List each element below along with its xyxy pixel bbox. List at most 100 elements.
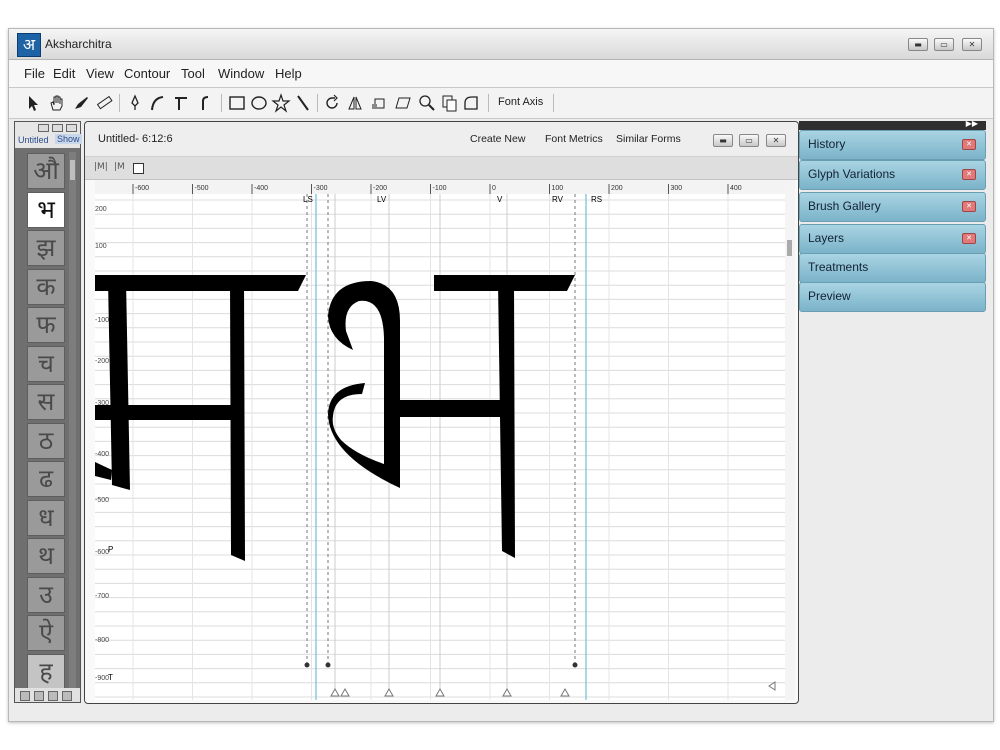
- metric-toggle-icon[interactable]: |M|: [94, 162, 108, 172]
- y-axis-label: -200: [95, 358, 109, 365]
- mirror-icon[interactable]: [345, 93, 365, 113]
- scale-icon[interactable]: [369, 93, 389, 113]
- panel-close-icon[interactable]: ✕: [962, 169, 976, 180]
- copy-icon[interactable]: [439, 93, 459, 113]
- footer-tool-icon[interactable]: [20, 691, 30, 701]
- doc-close-button[interactable]: ✕: [766, 134, 786, 147]
- glyph-canvas-svg[interactable]: -600-500-400-300-200-1000100200300400500…: [95, 180, 791, 700]
- layer-toggle-icon[interactable]: [133, 163, 144, 174]
- ruler-label: 200: [611, 185, 623, 192]
- y-axis-label: -800: [95, 637, 109, 644]
- glyph-tile[interactable]: ह: [27, 653, 65, 690]
- panel-item-preview[interactable]: Preview: [799, 282, 986, 312]
- y-axis-label: 200: [95, 206, 107, 213]
- document-header: Untitled- 6:12:6 Create New Font Metrics…: [85, 122, 798, 157]
- font-metrics-link[interactable]: Font Metrics: [545, 133, 603, 145]
- glyph-list-scroll-thumb[interactable]: [70, 160, 75, 180]
- ruler-label: -400: [254, 185, 268, 192]
- ruler-label: -200: [373, 185, 387, 192]
- select-arrow-icon[interactable]: [24, 93, 44, 113]
- close-button[interactable]: ✕: [962, 38, 982, 51]
- ellipse-icon[interactable]: [249, 93, 269, 113]
- menu-help[interactable]: Help: [275, 66, 302, 81]
- line-icon[interactable]: [293, 93, 313, 113]
- glyph-tile[interactable]: च: [27, 345, 65, 382]
- doc-minimize-button[interactable]: ▬: [713, 134, 733, 147]
- panel-item-label: Preview: [808, 289, 851, 303]
- guide-marker: [340, 687, 350, 697]
- skew-icon[interactable]: [393, 93, 413, 113]
- create-new-link[interactable]: Create New: [470, 133, 525, 145]
- maximize-button[interactable]: ▭: [934, 38, 954, 51]
- panel-item-treatments[interactable]: Treatments: [799, 253, 986, 283]
- glyph-set-name: Untitled: [18, 135, 49, 145]
- glyph-tile[interactable]: थ: [27, 538, 65, 574]
- panel-item-history[interactable]: History ✕: [799, 130, 986, 160]
- pen-icon[interactable]: [125, 93, 145, 113]
- footer-tool-icon[interactable]: [48, 691, 58, 701]
- rectangle-icon[interactable]: [227, 93, 247, 113]
- guide-marker: [502, 687, 512, 697]
- zoom-icon[interactable]: [417, 93, 437, 113]
- glyph-panel-header: Untitled Show: [15, 122, 82, 148]
- hook-stroke-icon[interactable]: [195, 93, 215, 113]
- show-button[interactable]: Show: [55, 134, 82, 144]
- glyph-tile[interactable]: क: [27, 268, 65, 305]
- panel-close-icon[interactable]: ✕: [962, 201, 976, 212]
- app-title: Aksharchitra: [45, 37, 112, 51]
- menu-view[interactable]: View: [86, 66, 114, 81]
- glyph-panel-footer: [15, 688, 80, 702]
- document-title: Untitled- 6:12:6: [98, 133, 173, 145]
- guide-handle: [325, 662, 331, 668]
- panel-item-label: Treatments: [808, 260, 869, 274]
- panel-close-icon[interactable]: [66, 124, 77, 132]
- doc-maximize-button[interactable]: ▭: [739, 134, 759, 147]
- footer-tool-icon[interactable]: [34, 691, 44, 701]
- metric-toggle-icon[interactable]: |M: [114, 162, 125, 172]
- ruler-label: -500: [195, 185, 209, 192]
- curve-icon[interactable]: [147, 93, 167, 113]
- ruler-icon[interactable]: [95, 93, 115, 113]
- brush-icon[interactable]: [71, 93, 91, 113]
- hand-icon[interactable]: [47, 93, 67, 113]
- glyph-canvas[interactable]: -600-500-400-300-200-1000100200300400500…: [95, 180, 791, 700]
- glyph-list-scrollbar[interactable]: [69, 152, 76, 692]
- collapse-arrows-icon[interactable]: ▶▶: [966, 119, 978, 128]
- glyph-tile[interactable]: फ: [27, 307, 65, 343]
- menu-file[interactable]: File: [24, 66, 45, 81]
- panel-item-glyph-variations[interactable]: Glyph Variations ✕: [799, 160, 986, 190]
- menu-edit[interactable]: Edit: [53, 66, 75, 81]
- glyph-tile[interactable]: औ: [27, 153, 65, 189]
- glyph-tile[interactable]: स: [27, 384, 65, 420]
- quarter-shape-icon[interactable]: [461, 93, 481, 113]
- footer-tool-icon[interactable]: [62, 691, 72, 701]
- menu-tool[interactable]: Tool: [181, 66, 205, 81]
- canvas-scroll-thumb[interactable]: [787, 240, 792, 256]
- star-icon[interactable]: [271, 93, 291, 113]
- glyph-tile[interactable]: झ: [27, 230, 65, 266]
- menu-window[interactable]: Window: [218, 66, 264, 81]
- glyph-tile[interactable]: ध: [27, 499, 65, 536]
- ruler-label: -300: [314, 185, 328, 192]
- panel-item-layers[interactable]: Layers ✕: [799, 224, 986, 254]
- glyph-tile[interactable]: ढ: [27, 461, 65, 497]
- font-axis-button[interactable]: Font Axis: [498, 96, 543, 108]
- panel-close-icon[interactable]: ✕: [962, 233, 976, 244]
- right-panel: ▶▶ History ✕ Glyph Variations ✕ Brush Galler…: [799, 119, 986, 321]
- minimize-button[interactable]: ▬: [908, 38, 928, 51]
- glyph-tile[interactable]: भ: [27, 191, 65, 228]
- glyph-tile[interactable]: ऐ: [27, 615, 65, 651]
- glyph-tile[interactable]: ठ: [27, 422, 65, 459]
- similar-forms-link[interactable]: Similar Forms: [616, 133, 681, 145]
- panel-item-brush-gallery[interactable]: Brush Gallery ✕: [799, 192, 986, 222]
- guide-marker: [330, 687, 340, 697]
- rotate-icon[interactable]: [322, 93, 342, 113]
- side-marker-t: T: [108, 673, 113, 682]
- panel-minimize-icon[interactable]: [38, 124, 49, 132]
- menu-contour[interactable]: Contour: [124, 66, 170, 81]
- t-stroke-icon[interactable]: [171, 93, 191, 113]
- panel-restore-icon[interactable]: [52, 124, 63, 132]
- panel-close-icon[interactable]: ✕: [962, 139, 976, 150]
- canvas-scrollbar[interactable]: [785, 180, 795, 700]
- glyph-tile[interactable]: उ: [27, 576, 65, 613]
